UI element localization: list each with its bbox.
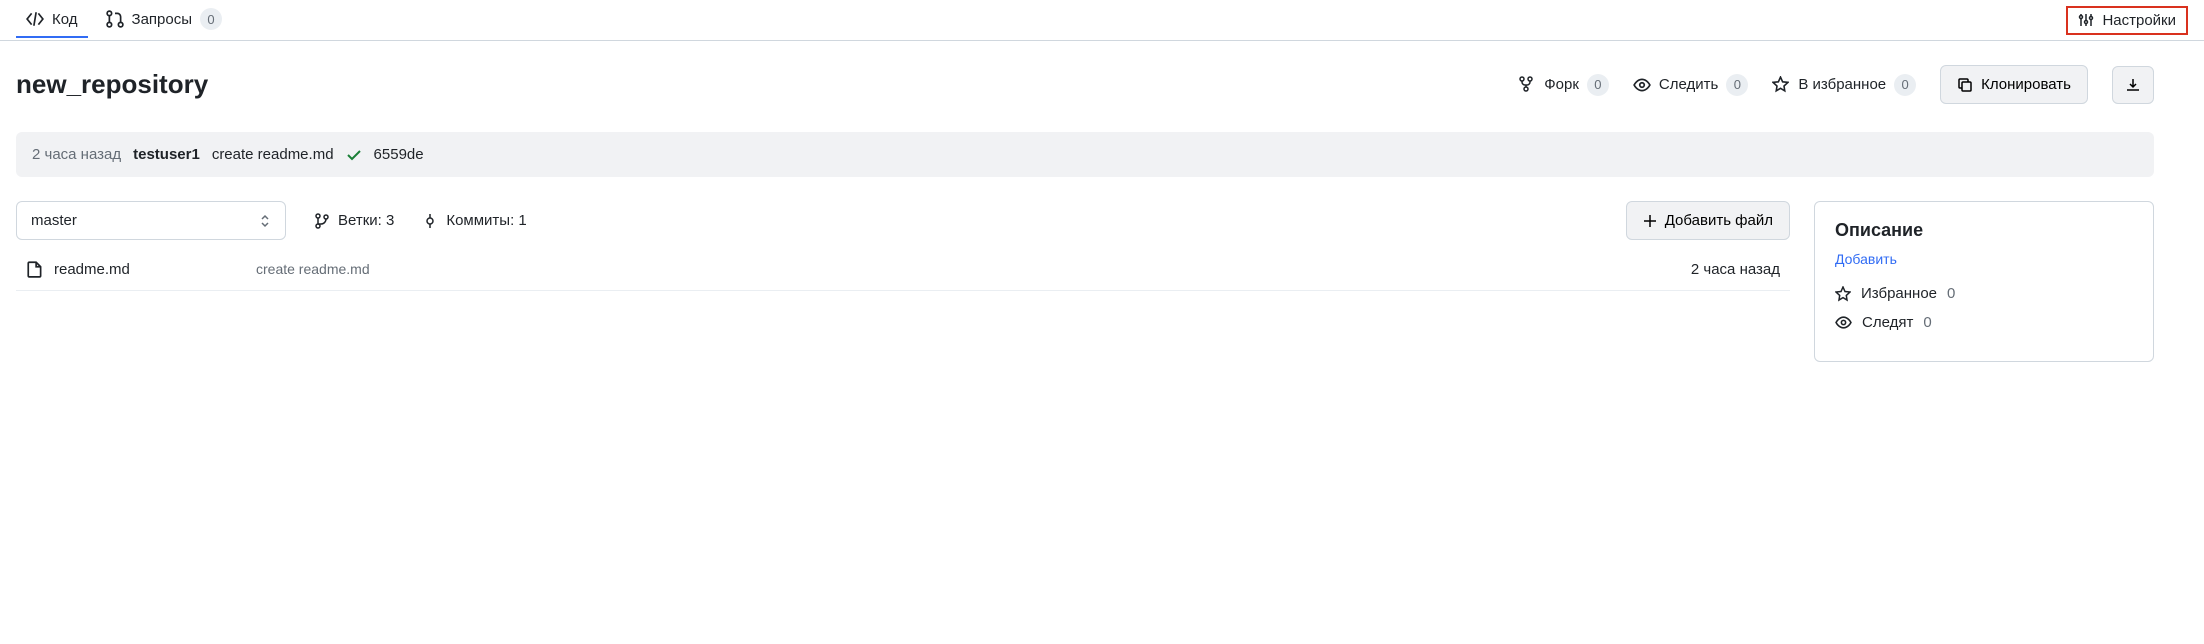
sidebar-favorites-stat[interactable]: Избранное 0 bbox=[1835, 285, 2133, 302]
clone-label: Клонировать bbox=[1981, 76, 2071, 93]
fork-count-badge: 0 bbox=[1587, 74, 1609, 96]
add-file-label: Добавить файл bbox=[1665, 212, 1773, 229]
sidebar-watchers-stat[interactable]: Следят 0 bbox=[1835, 314, 2133, 331]
pull-request-icon bbox=[106, 10, 124, 28]
repo-actions: Форк 0 Следить 0 В избранное 0 bbox=[1518, 65, 2154, 104]
tabs-right: Настройки bbox=[2066, 6, 2188, 35]
copy-icon bbox=[1957, 77, 1973, 93]
tab-requests-label: Запросы bbox=[132, 11, 193, 28]
tab-code-label: Код bbox=[52, 11, 78, 28]
star-count-badge: 0 bbox=[1894, 74, 1916, 96]
commits-label: Коммиты: 1 bbox=[446, 212, 526, 229]
file-toolbar: master Ветки: 3 Коммиты: 1 bbox=[16, 201, 1790, 240]
branches-label: Ветки: 3 bbox=[338, 212, 394, 229]
branches-stat[interactable]: Ветки: 3 bbox=[314, 212, 394, 229]
file-commit-msg[interactable]: create readme.md bbox=[256, 261, 1691, 277]
right-column: Описание Добавить Избранное 0 Следят 0 bbox=[1814, 201, 2154, 362]
code-icon bbox=[26, 10, 44, 28]
tabs-bar: Код Запросы 0 Настройки bbox=[0, 0, 2204, 41]
sidebar-description: Описание Добавить Избранное 0 Следят 0 bbox=[1814, 201, 2154, 362]
main-container: new_repository Форк 0 Следить 0 В bbox=[0, 41, 2170, 386]
clone-button[interactable]: Клонировать bbox=[1940, 65, 2088, 104]
watch-action[interactable]: Следить 0 bbox=[1633, 74, 1748, 96]
sidebar-favorites-label: Избранное bbox=[1861, 285, 1937, 302]
add-file-button[interactable]: Добавить файл bbox=[1626, 201, 1790, 240]
commit-message[interactable]: create readme.md bbox=[212, 146, 334, 163]
download-button[interactable] bbox=[2112, 66, 2154, 104]
branch-select[interactable]: master bbox=[16, 201, 286, 240]
fork-icon bbox=[1518, 76, 1536, 94]
sidebar-favorites-count: 0 bbox=[1947, 285, 1955, 302]
fork-action[interactable]: Форк 0 bbox=[1518, 74, 1609, 96]
commit-icon bbox=[422, 213, 438, 229]
branch-icon bbox=[314, 213, 330, 229]
branch-select-value: master bbox=[31, 212, 77, 229]
commit-hash[interactable]: 6559de bbox=[374, 146, 424, 163]
watch-count-badge: 0 bbox=[1726, 74, 1748, 96]
star-label: В избранное bbox=[1798, 76, 1886, 93]
requests-count-badge: 0 bbox=[200, 8, 222, 30]
star-action[interactable]: В избранное 0 bbox=[1772, 74, 1916, 96]
chevron-updown-icon bbox=[259, 213, 271, 229]
sidebar-add-description-link[interactable]: Добавить bbox=[1835, 251, 1897, 267]
file-name-cell: readme.md bbox=[26, 260, 256, 278]
settings-icon bbox=[2078, 12, 2094, 28]
file-time: 2 часа назад bbox=[1691, 261, 1780, 278]
fork-label: Форк bbox=[1544, 76, 1579, 93]
repo-header: new_repository Форк 0 Следить 0 В bbox=[16, 65, 2154, 104]
tab-code[interactable]: Код bbox=[16, 2, 88, 38]
repo-title: new_repository bbox=[16, 69, 208, 100]
download-icon bbox=[2125, 77, 2141, 93]
commits-stat[interactable]: Коммиты: 1 bbox=[422, 212, 526, 229]
file-icon bbox=[26, 260, 44, 278]
watch-label: Следить bbox=[1659, 76, 1718, 93]
tabs-left: Код Запросы 0 bbox=[16, 0, 232, 40]
eye-icon bbox=[1835, 314, 1852, 331]
sidebar-description-title: Описание bbox=[1835, 220, 2133, 241]
tab-settings[interactable]: Настройки bbox=[2066, 6, 2188, 35]
commit-bar: 2 часа назад testuser1 create readme.md … bbox=[16, 132, 2154, 177]
sidebar-watchers-label: Следят bbox=[1862, 314, 1913, 331]
file-row[interactable]: readme.md create readme.md 2 часа назад bbox=[16, 248, 1790, 291]
main-area: master Ветки: 3 Коммиты: 1 bbox=[16, 201, 2154, 362]
star-icon bbox=[1772, 76, 1790, 94]
tab-requests[interactable]: Запросы 0 bbox=[96, 0, 233, 40]
file-name[interactable]: readme.md bbox=[54, 261, 130, 278]
star-icon bbox=[1835, 286, 1851, 302]
eye-icon bbox=[1633, 76, 1651, 94]
check-icon bbox=[346, 147, 362, 163]
commit-time: 2 часа назад bbox=[32, 146, 121, 163]
commit-user[interactable]: testuser1 bbox=[133, 146, 200, 163]
sidebar-watchers-count: 0 bbox=[1923, 314, 1931, 331]
plus-icon bbox=[1643, 214, 1657, 228]
tab-settings-label: Настройки bbox=[2102, 12, 2176, 29]
left-column: master Ветки: 3 Коммиты: 1 bbox=[16, 201, 1790, 291]
